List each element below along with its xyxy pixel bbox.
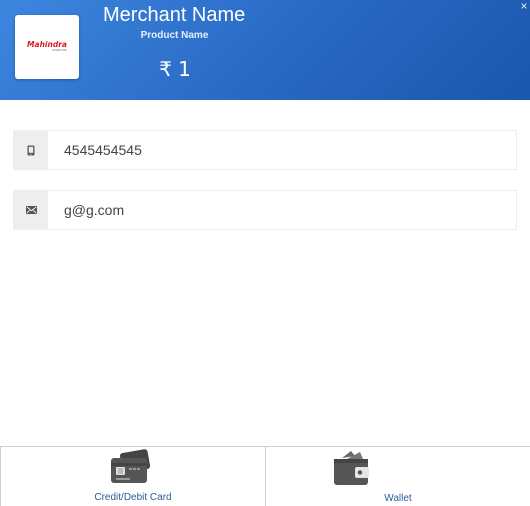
- merchant-logo: Mahindra COMVIVA: [15, 15, 79, 79]
- email-input[interactable]: [64, 191, 504, 229]
- logo-text: Mahindra: [27, 40, 67, 49]
- credit-card-icon: [111, 449, 151, 483]
- mobile-phone-icon: [14, 131, 48, 169]
- amount: ₹ 1: [159, 57, 191, 81]
- tab-label-card: Credit/Debit Card: [94, 492, 172, 503]
- tab-wallet[interactable]: Wallet: [266, 447, 530, 506]
- payment-method-tabs: Credit/Debit Card Wallet: [0, 446, 530, 506]
- phone-field-group: [13, 130, 517, 170]
- logo-subtext: COMVIVA: [51, 48, 67, 52]
- tab-label-wallet: Wallet: [384, 493, 412, 504]
- email-field-group: [13, 190, 517, 230]
- merchant-name: Merchant Name: [103, 4, 246, 26]
- envelope-icon: [14, 191, 48, 229]
- merchant-header: Mahindra COMVIVA Merchant Name Product N…: [0, 0, 530, 100]
- phone-input[interactable]: [64, 131, 504, 169]
- wallet-icon: [334, 451, 369, 485]
- product-name: Product Name: [140, 30, 209, 41]
- close-icon[interactable]: ×: [518, 0, 530, 12]
